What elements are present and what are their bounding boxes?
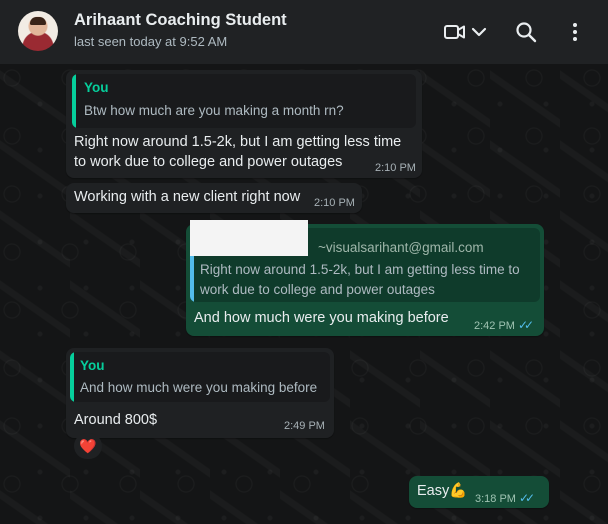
quote-accent-bar xyxy=(70,352,74,402)
message-time: 2:42 PM ✓✓ xyxy=(474,318,534,332)
quote-author: You xyxy=(84,80,109,95)
message-time: 2:49 PM xyxy=(284,420,325,432)
quote-text: work due to college and power outages xyxy=(200,282,435,297)
redaction-box xyxy=(190,220,230,256)
search-icon[interactable] xyxy=(513,19,539,45)
chat-header: Arihaant Coaching Student last seen toda… xyxy=(0,0,608,64)
message-time-text: 2:42 PM xyxy=(474,320,515,332)
quote-author: You xyxy=(80,358,105,373)
quote-text: Right now around 1.5-2k, but I am gettin… xyxy=(200,262,520,277)
contact-name[interactable]: Arihaant Coaching Student xyxy=(74,11,287,30)
message-time: 2:10 PM xyxy=(375,162,416,174)
quote-sender-email: ~visualsarihant@gmail.com xyxy=(318,240,484,255)
message-incoming[interactable]: Working with a new client right now 2:10… xyxy=(66,183,362,213)
heart-icon[interactable]: ❤️ xyxy=(74,433,102,459)
message-text: And how much were you making before xyxy=(194,310,449,326)
quoted-message[interactable]: You Btw how much are you making a month … xyxy=(72,74,416,128)
message-incoming[interactable]: You And how much were you making before … xyxy=(66,348,334,438)
quoted-message[interactable]: You And how much were you making before xyxy=(70,352,330,402)
quote-text: And how much were you making before xyxy=(80,380,318,395)
message-outgoing[interactable]: ~visualsarihant@gmail.com Right now arou… xyxy=(186,220,544,336)
message-time: 2:10 PM xyxy=(314,197,355,209)
message-text: to work due to college and power outages xyxy=(74,154,343,170)
message-text: Around 800$ xyxy=(74,412,158,428)
quote-text: Btw how much are you making a month rn? xyxy=(84,103,344,118)
chevron-down-icon[interactable] xyxy=(468,19,490,45)
last-seen-status: last seen today at 9:52 AM xyxy=(74,34,228,49)
message-time: 3:18 PM ✓✓ xyxy=(475,491,535,505)
kebab-menu-icon[interactable] xyxy=(563,19,587,45)
message-outgoing[interactable]: Easy💪 3:18 PM ✓✓ xyxy=(409,476,549,508)
message-text: Working with a new client right now xyxy=(74,189,301,205)
double-check-icon: ✓✓ xyxy=(518,491,535,505)
message-time-text: 3:18 PM xyxy=(475,493,516,505)
message-incoming[interactable]: You Btw how much are you making a month … xyxy=(66,70,422,178)
message-text: Easy💪 xyxy=(417,483,468,499)
contact-avatar[interactable] xyxy=(18,11,58,51)
redaction-box xyxy=(230,220,308,256)
quote-accent-bar xyxy=(72,74,76,128)
video-camera-icon[interactable] xyxy=(442,19,468,45)
message-text: Right now around 1.5-2k, but I am gettin… xyxy=(74,134,402,150)
double-check-icon: ✓✓ xyxy=(517,318,534,332)
